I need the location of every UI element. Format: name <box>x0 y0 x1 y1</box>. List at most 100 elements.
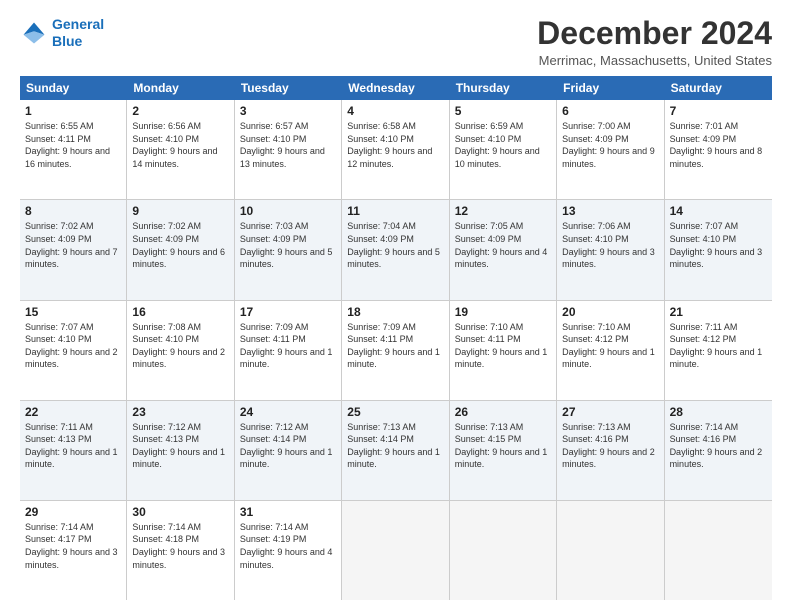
calendar-cell: 1Sunrise: 6:55 AM Sunset: 4:11 PM Daylig… <box>20 100 127 199</box>
day-number: 27 <box>562 405 658 419</box>
calendar-row: 29Sunrise: 7:14 AM Sunset: 4:17 PM Dayli… <box>20 501 772 600</box>
calendar-header-cell: Tuesday <box>235 76 342 100</box>
calendar-header-cell: Monday <box>127 76 234 100</box>
logo-text: General Blue <box>52 16 104 50</box>
calendar-cell: 30 Sunrise: 7:14 AM Sunset: 4:18 PM Dayli… <box>127 501 234 600</box>
calendar-header-cell: Friday <box>557 76 664 100</box>
calendar-cell: 7Sunrise: 7:01 AM Sunset: 4:09 PM Daylig… <box>665 100 772 199</box>
logo-icon <box>20 19 48 47</box>
calendar-cell: 5Sunrise: 6:59 AM Sunset: 4:10 PM Daylig… <box>450 100 557 199</box>
cell-info: Sunrise: 6:58 AM Sunset: 4:10 PM Dayligh… <box>347 120 443 170</box>
calendar-cell: 21 Sunrise: 7:11 AM Sunset: 4:12 PM Dayli… <box>665 301 772 400</box>
calendar-header-cell: Sunday <box>20 76 127 100</box>
day-number: 29 <box>25 505 121 519</box>
cell-info: Sunrise: 7:00 AM Sunset: 4:09 PM Dayligh… <box>562 120 658 170</box>
calendar-cell: 27 Sunrise: 7:13 AM Sunset: 4:16 PM Dayli… <box>557 401 664 500</box>
calendar-header-cell: Wednesday <box>342 76 449 100</box>
calendar-cell: 15Sunrise: 7:07 AM Sunset: 4:10 PM Dayli… <box>20 301 127 400</box>
calendar-cell: 3 Sunrise: 6:57 AM Sunset: 4:10 PM Daylig… <box>235 100 342 199</box>
page: General Blue December 2024 Merrimac, Mas… <box>0 0 792 612</box>
cell-info: Sunrise: 7:13 AM Sunset: 4:14 PM Dayligh… <box>347 421 443 471</box>
calendar-cell: 29Sunrise: 7:14 AM Sunset: 4:17 PM Dayli… <box>20 501 127 600</box>
calendar-cell <box>450 501 557 600</box>
day-number: 16 <box>132 305 228 319</box>
cell-info: Sunrise: 7:05 AM Sunset: 4:09 PM Dayligh… <box>455 220 551 270</box>
day-number: 8 <box>25 204 121 218</box>
calendar-cell: 9 Sunrise: 7:02 AM Sunset: 4:09 PM Daylig… <box>127 200 234 299</box>
calendar-cell <box>665 501 772 600</box>
day-number: 17 <box>240 305 336 319</box>
calendar-cell: 14 Sunrise: 7:07 AM Sunset: 4:10 PM Dayli… <box>665 200 772 299</box>
day-number: 14 <box>670 204 767 218</box>
cell-info: Sunrise: 7:13 AM Sunset: 4:15 PM Dayligh… <box>455 421 551 471</box>
day-number: 1 <box>25 104 121 118</box>
cell-info: Sunrise: 7:14 AM Sunset: 4:19 PM Dayligh… <box>240 521 336 571</box>
cell-info: Sunrise: 7:02 AM Sunset: 4:09 PM Dayligh… <box>132 220 228 270</box>
cell-info: Sunrise: 7:02 AM Sunset: 4:09 PM Dayligh… <box>25 220 121 270</box>
calendar-cell: 2Sunrise: 6:56 AM Sunset: 4:10 PM Daylig… <box>127 100 234 199</box>
day-number: 24 <box>240 405 336 419</box>
calendar-cell: 31 Sunrise: 7:14 AM Sunset: 4:19 PM Dayli… <box>235 501 342 600</box>
calendar: SundayMondayTuesdayWednesdayThursdayFrid… <box>20 76 772 600</box>
cell-info: Sunrise: 7:04 AM Sunset: 4:09 PM Dayligh… <box>347 220 443 270</box>
calendar-cell: 22 Sunrise: 7:11 AM Sunset: 4:13 PM Dayli… <box>20 401 127 500</box>
day-number: 9 <box>132 204 228 218</box>
calendar-cell: 8 Sunrise: 7:02 AM Sunset: 4:09 PM Daylig… <box>20 200 127 299</box>
cell-info: Sunrise: 6:57 AM Sunset: 4:10 PM Dayligh… <box>240 120 336 170</box>
cell-info: Sunrise: 7:03 AM Sunset: 4:09 PM Dayligh… <box>240 220 336 270</box>
cell-info: Sunrise: 7:09 AM Sunset: 4:11 PM Dayligh… <box>240 321 336 371</box>
cell-info: Sunrise: 7:12 AM Sunset: 4:14 PM Dayligh… <box>240 421 336 471</box>
day-number: 26 <box>455 405 551 419</box>
day-number: 22 <box>25 405 121 419</box>
calendar-header-cell: Saturday <box>665 76 772 100</box>
day-number: 30 <box>132 505 228 519</box>
cell-info: Sunrise: 7:11 AM Sunset: 4:12 PM Dayligh… <box>670 321 767 371</box>
calendar-cell: 16Sunrise: 7:08 AM Sunset: 4:10 PM Dayli… <box>127 301 234 400</box>
day-number: 18 <box>347 305 443 319</box>
cell-info: Sunrise: 7:10 AM Sunset: 4:12 PM Dayligh… <box>562 321 658 371</box>
calendar-header: SundayMondayTuesdayWednesdayThursdayFrid… <box>20 76 772 100</box>
calendar-cell: 25Sunrise: 7:13 AM Sunset: 4:14 PM Dayli… <box>342 401 449 500</box>
calendar-cell <box>557 501 664 600</box>
calendar-row: 1Sunrise: 6:55 AM Sunset: 4:11 PM Daylig… <box>20 100 772 200</box>
cell-info: Sunrise: 7:13 AM Sunset: 4:16 PM Dayligh… <box>562 421 658 471</box>
day-number: 3 <box>240 104 336 118</box>
day-number: 19 <box>455 305 551 319</box>
calendar-cell: 11 Sunrise: 7:04 AM Sunset: 4:09 PM Dayli… <box>342 200 449 299</box>
day-number: 12 <box>455 204 551 218</box>
calendar-row: 8 Sunrise: 7:02 AM Sunset: 4:09 PM Daylig… <box>20 200 772 300</box>
calendar-cell: 23Sunrise: 7:12 AM Sunset: 4:13 PM Dayli… <box>127 401 234 500</box>
cell-info: Sunrise: 7:12 AM Sunset: 4:13 PM Dayligh… <box>132 421 228 471</box>
calendar-cell: 4 Sunrise: 6:58 AM Sunset: 4:10 PM Daylig… <box>342 100 449 199</box>
cell-info: Sunrise: 7:11 AM Sunset: 4:13 PM Dayligh… <box>25 421 121 471</box>
cell-info: Sunrise: 7:06 AM Sunset: 4:10 PM Dayligh… <box>562 220 658 270</box>
cell-info: Sunrise: 7:14 AM Sunset: 4:16 PM Dayligh… <box>670 421 767 471</box>
day-number: 10 <box>240 204 336 218</box>
cell-info: Sunrise: 7:10 AM Sunset: 4:11 PM Dayligh… <box>455 321 551 371</box>
day-number: 28 <box>670 405 767 419</box>
calendar-cell: 18 Sunrise: 7:09 AM Sunset: 4:11 PM Dayli… <box>342 301 449 400</box>
day-number: 7 <box>670 104 767 118</box>
day-number: 21 <box>670 305 767 319</box>
calendar-cell: 28 Sunrise: 7:14 AM Sunset: 4:16 PM Dayli… <box>665 401 772 500</box>
day-number: 11 <box>347 204 443 218</box>
calendar-cell: 12 Sunrise: 7:05 AM Sunset: 4:09 PM Dayli… <box>450 200 557 299</box>
day-number: 4 <box>347 104 443 118</box>
calendar-cell: 13 Sunrise: 7:06 AM Sunset: 4:10 PM Dayli… <box>557 200 664 299</box>
calendar-cell: 20Sunrise: 7:10 AM Sunset: 4:12 PM Dayli… <box>557 301 664 400</box>
calendar-cell: 6Sunrise: 7:00 AM Sunset: 4:09 PM Daylig… <box>557 100 664 199</box>
cell-info: Sunrise: 7:09 AM Sunset: 4:11 PM Dayligh… <box>347 321 443 371</box>
calendar-row: 15Sunrise: 7:07 AM Sunset: 4:10 PM Dayli… <box>20 301 772 401</box>
day-number: 5 <box>455 104 551 118</box>
month-title: December 2024 <box>537 16 772 51</box>
cell-info: Sunrise: 7:07 AM Sunset: 4:10 PM Dayligh… <box>670 220 767 270</box>
day-number: 13 <box>562 204 658 218</box>
calendar-cell: 17 Sunrise: 7:09 AM Sunset: 4:11 PM Dayli… <box>235 301 342 400</box>
day-number: 31 <box>240 505 336 519</box>
header: General Blue December 2024 Merrimac, Mas… <box>20 16 772 68</box>
calendar-header-cell: Thursday <box>450 76 557 100</box>
cell-info: Sunrise: 7:14 AM Sunset: 4:18 PM Dayligh… <box>132 521 228 571</box>
calendar-cell: 10 Sunrise: 7:03 AM Sunset: 4:09 PM Dayli… <box>235 200 342 299</box>
logo: General Blue <box>20 16 104 50</box>
calendar-row: 22 Sunrise: 7:11 AM Sunset: 4:13 PM Dayli… <box>20 401 772 501</box>
